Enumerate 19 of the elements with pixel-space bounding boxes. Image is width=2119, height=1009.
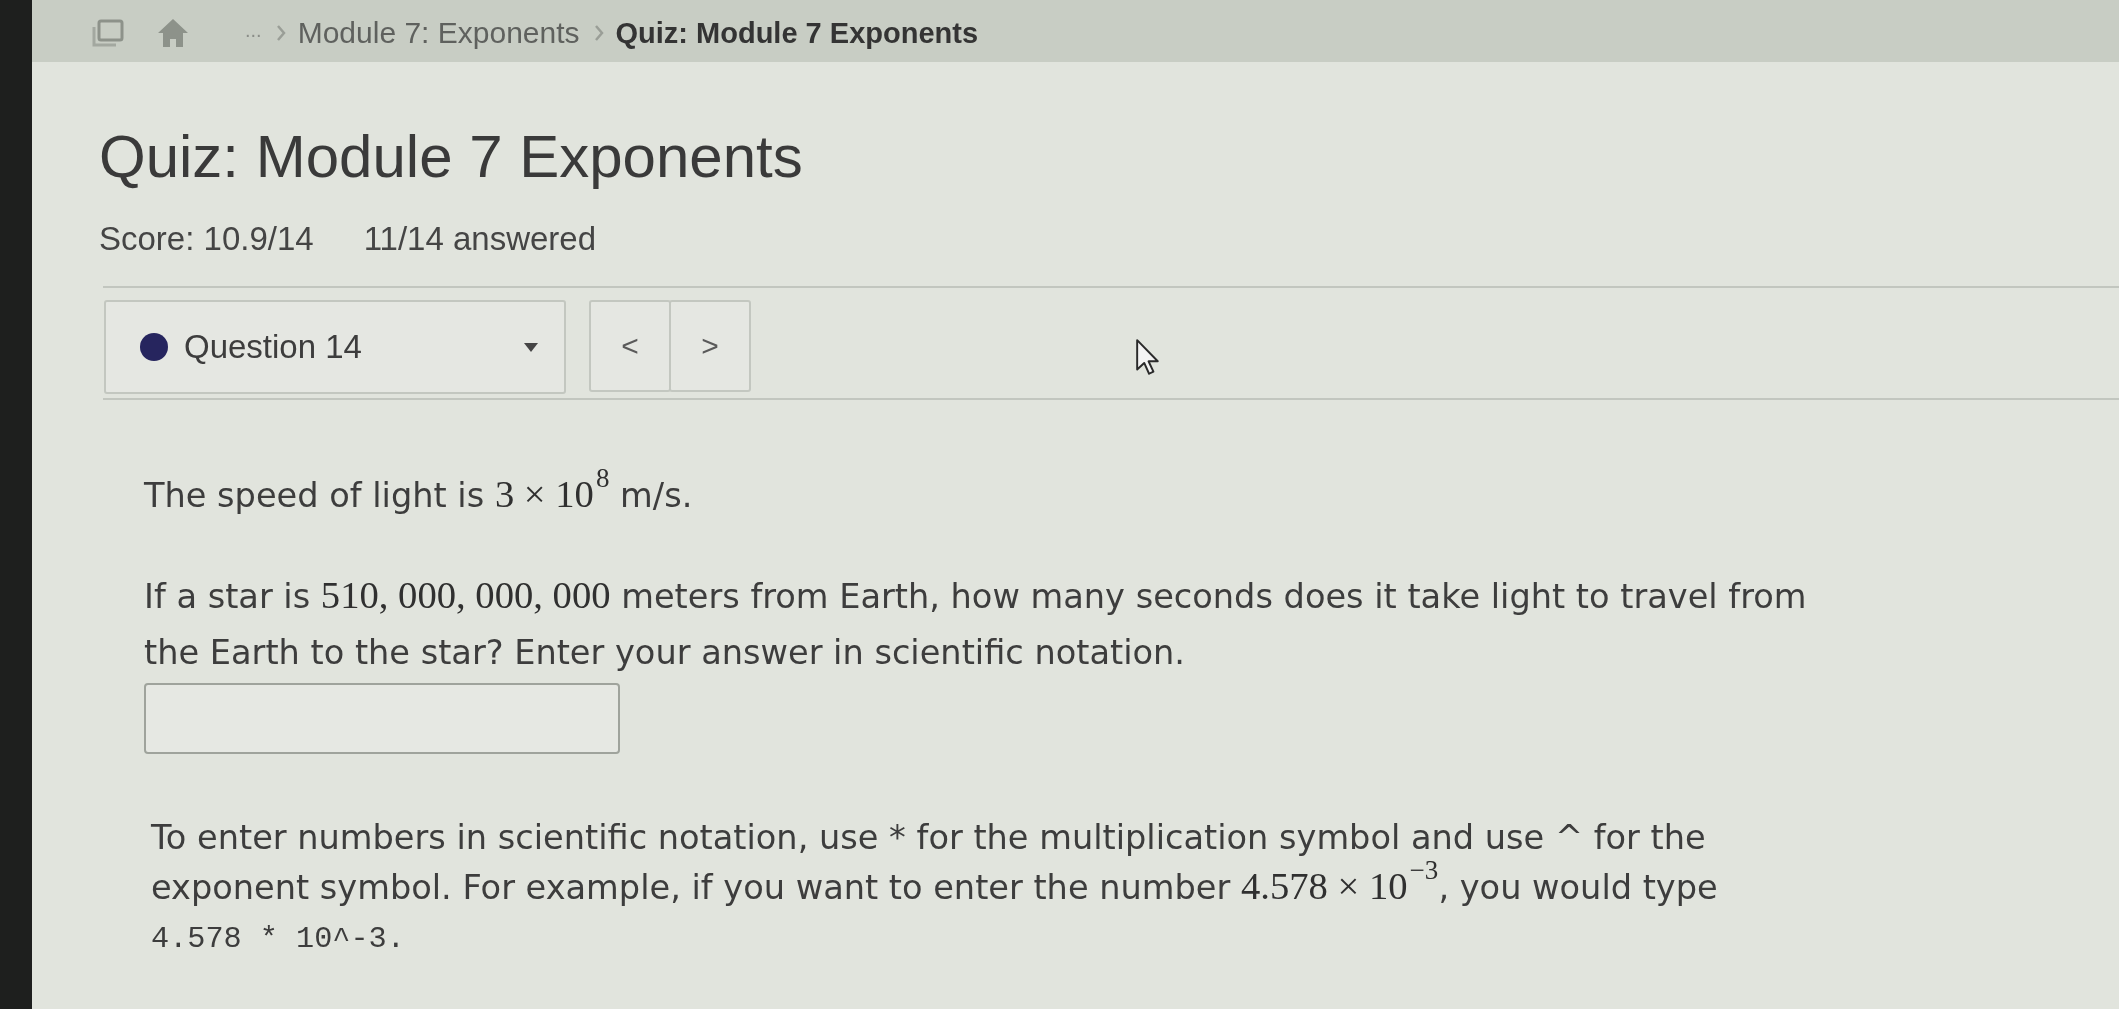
- chevron-right-icon: [593, 24, 604, 42]
- next-button[interactable]: >: [669, 300, 751, 392]
- question-text: The speed of light is 3 × 10$^{8}$ m/s.: [144, 466, 694, 517]
- caret-icon: [524, 342, 538, 352]
- score-text: Score: 10.9/14: [99, 219, 314, 259]
- answer-field[interactable]: [144, 683, 620, 754]
- home-icon[interactable]: [157, 18, 189, 48]
- answered-count: 11/14 answered: [363, 219, 597, 259]
- breadcrumb-current-page: Quiz: Module 7 Exponents: [615, 16, 979, 50]
- breadcrumb-link[interactable]: Module 7: Exponents: [297, 16, 580, 50]
- question-dropdown[interactable]: Question 14: [104, 300, 566, 394]
- quiz-title: Quiz: Module 7 Exponents: [99, 122, 804, 192]
- instructions-text: To enter numbers in scientific notation, use * for the multiplication symbol and use ^ for the exponent symbol. For example, if you want to enter the number 4.578 × 10$^{−3}$, you would type 4.578 * 10^-3.: [151, 817, 1719, 958]
- status-dot-icon: [140, 333, 168, 361]
- square-icon[interactable]: [92, 19, 124, 47]
- previous-button[interactable]: <: [589, 300, 671, 392]
- cursor-icon: [1135, 338, 1161, 377]
- chevron-right-icon: [275, 24, 286, 42]
- question-text: If a star is 510, 000, 000, 000 meters from Earth, how many seconds does it take light to travel from the Earth to the star? Enter your answer in scientific notation.: [144, 573, 1808, 674]
